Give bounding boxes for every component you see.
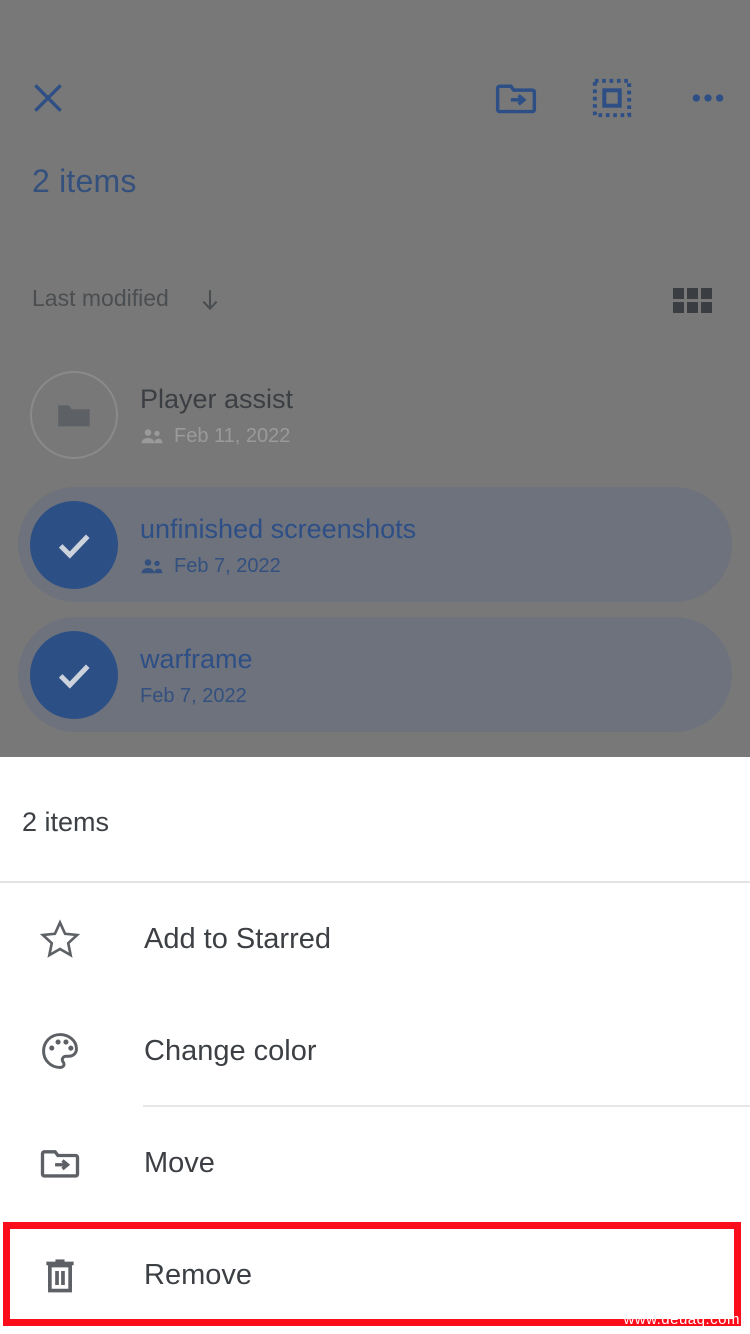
shared-people-icon bbox=[140, 558, 164, 575]
palette-icon bbox=[32, 1030, 88, 1072]
selected-checkbox[interactable] bbox=[30, 630, 118, 719]
star-outline-icon bbox=[32, 918, 88, 960]
bottom-sheet: 2 items Add to Starred Change color Move… bbox=[0, 757, 750, 1334]
sheet-title: 2 items bbox=[22, 807, 110, 837]
check-circle-icon bbox=[49, 520, 99, 570]
select-all-button[interactable] bbox=[584, 70, 640, 126]
file-row-text: unfinished screenshots Feb 7, 2022 bbox=[140, 512, 416, 578]
selection-count-heading: 2 items bbox=[32, 163, 137, 199]
sort-row: Last modified bbox=[0, 282, 750, 322]
app-bar-actions bbox=[488, 70, 736, 126]
sheet-menu: Add to Starred Change color Move Remove bbox=[0, 883, 750, 1331]
folder-icon bbox=[53, 394, 95, 436]
menu-item-add-to-starred[interactable]: Add to Starred bbox=[0, 883, 750, 995]
file-title: unfinished screenshots bbox=[140, 513, 417, 544]
close-icon bbox=[29, 79, 67, 117]
grid-cell bbox=[672, 287, 684, 299]
file-title: warframe bbox=[140, 643, 253, 674]
file-list: Player assist Feb 11, 2022 unfinished sc… bbox=[0, 357, 750, 747]
sort-direction-arrow-icon[interactable] bbox=[196, 284, 224, 321]
more-options-button[interactable] bbox=[680, 70, 736, 126]
file-date: Feb 7, 2022 bbox=[174, 554, 281, 577]
selected-checkbox[interactable] bbox=[30, 500, 118, 589]
folder-thumbnail[interactable] bbox=[30, 370, 118, 459]
shared-people-icon bbox=[140, 428, 164, 445]
dimmed-app-backdrop: 2 items Last modified Player assist Feb … bbox=[0, 0, 750, 757]
menu-item-move[interactable]: Move bbox=[0, 1107, 750, 1219]
file-subtitle: Feb 7, 2022 bbox=[140, 685, 253, 708]
menu-item-label: Change color bbox=[144, 1034, 317, 1067]
file-row-player-assist[interactable]: Player assist Feb 11, 2022 bbox=[18, 357, 732, 472]
grid-cell bbox=[700, 301, 712, 313]
select-all-icon bbox=[591, 77, 633, 119]
menu-item-label: Remove bbox=[144, 1258, 252, 1291]
grid-view-toggle[interactable] bbox=[672, 282, 712, 318]
grid-cell bbox=[700, 287, 712, 299]
selection-app-bar bbox=[0, 60, 750, 132]
menu-item-label: Add to Starred bbox=[144, 922, 331, 955]
file-row-text: Player assist Feb 11, 2022 bbox=[140, 382, 293, 448]
grid-cell bbox=[686, 287, 698, 299]
close-selection-button[interactable] bbox=[22, 72, 74, 124]
screen: 2 items Last modified Player assist Feb … bbox=[0, 0, 750, 1334]
move-folder-icon bbox=[494, 76, 538, 120]
trash-icon bbox=[32, 1254, 88, 1296]
file-row-text: warframe Feb 7, 2022 bbox=[140, 642, 253, 708]
file-row-unfinished-screenshots[interactable]: unfinished screenshots Feb 7, 2022 bbox=[18, 487, 732, 602]
check-circle-icon bbox=[49, 650, 99, 700]
file-title: Player assist bbox=[140, 383, 294, 414]
sort-label[interactable]: Last modified bbox=[32, 285, 169, 312]
file-subtitle: Feb 11, 2022 bbox=[140, 425, 293, 448]
file-row-warframe[interactable]: warframe Feb 7, 2022 bbox=[18, 617, 732, 732]
grid-cell bbox=[672, 301, 684, 313]
menu-item-change-color[interactable]: Change color bbox=[0, 995, 750, 1107]
grid-cell bbox=[686, 301, 698, 313]
more-options-icon bbox=[688, 78, 728, 118]
move-folder-icon bbox=[32, 1142, 88, 1184]
move-to-folder-button[interactable] bbox=[488, 70, 544, 126]
file-subtitle: Feb 7, 2022 bbox=[140, 555, 416, 578]
file-date: Feb 7, 2022 bbox=[140, 684, 247, 707]
watermark: www.deuaq.com bbox=[623, 1311, 740, 1328]
menu-item-label: Move bbox=[144, 1146, 215, 1179]
file-date: Feb 11, 2022 bbox=[174, 424, 291, 447]
